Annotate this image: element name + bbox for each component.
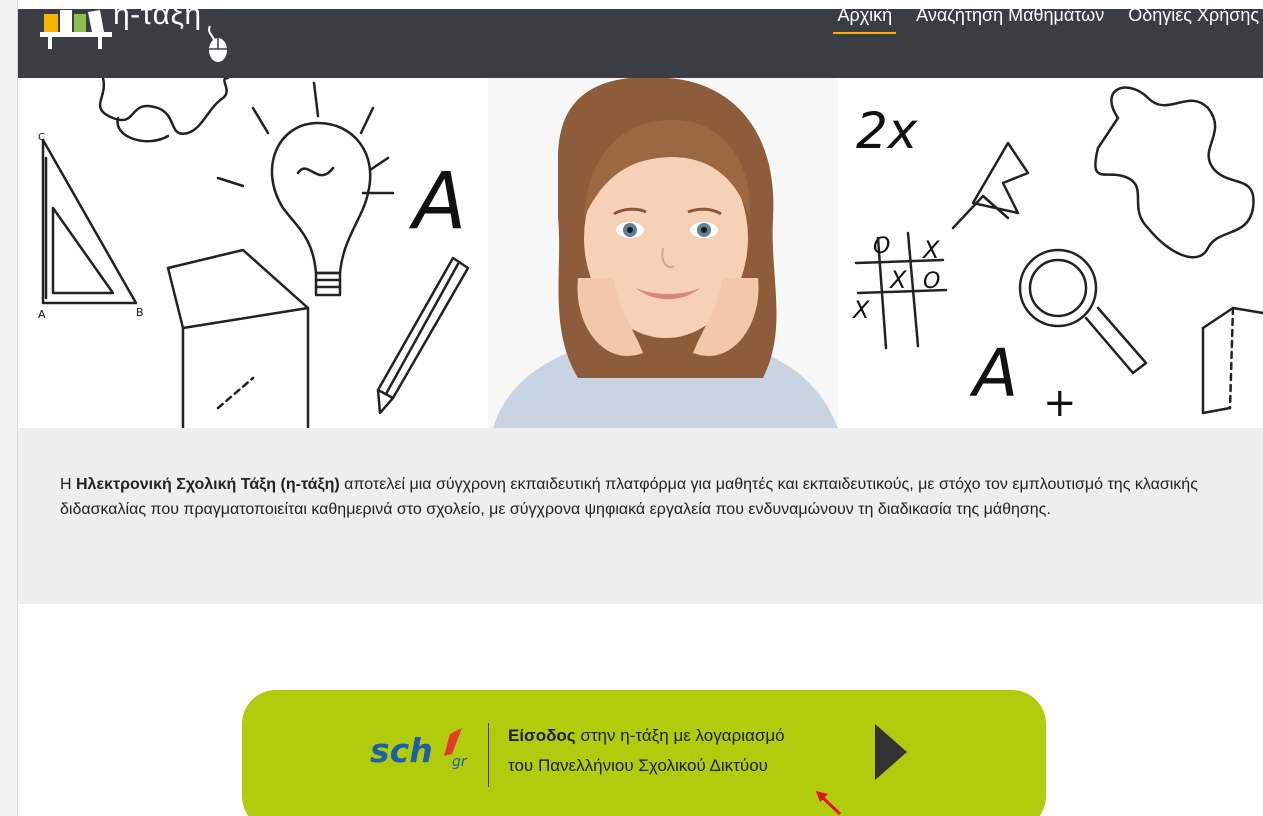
svg-text:O: O (873, 234, 890, 259)
light-bulb-icon (270, 121, 372, 275)
svg-text:2x: 2x (856, 102, 918, 160)
svg-text:A: A (969, 335, 1018, 412)
svg-text:X: X (921, 236, 940, 264)
main-nav: Αρχική Αναζήτηση Μαθημάτων Οδηγίες Χρήση… (833, 0, 1263, 40)
svg-text:O: O (923, 269, 940, 294)
sch-login-button[interactable]: sch gr Είσοδος στην η-τάξη με λογαριασμό… (242, 690, 1046, 816)
intro-text: Η Ηλεκτρονική Σχολική Τάξη (η-τάξη) αποτ… (60, 473, 1220, 522)
hero-illustration: A + 2x A + A B C O X X O X (38, 78, 1263, 428)
cursor-arrow-icon (816, 791, 842, 816)
ruler-triangle-icon (41, 138, 138, 305)
intro-section: Η Ηλεκτρονική Σχολική Τάξη (η-τάξη) αποτ… (18, 428, 1263, 604)
cube-icon (166, 248, 310, 428)
nav-course-search[interactable]: Αναζήτηση Μαθημάτων (912, 2, 1108, 35)
login-label-rest: στην η-τάξη με λογαριασμό (575, 726, 785, 745)
svg-text:gr: gr (452, 754, 468, 770)
login-label-bold: Είσοδος (508, 726, 576, 745)
page: η-τάξη Αρχική Αναζήτηση Μαθημάτων Οδηγίε… (18, 0, 1263, 816)
play-arrow-icon (875, 724, 907, 780)
svg-text:A: A (408, 157, 466, 247)
hero-banner: A + 2x A + A B C O X X O X (18, 78, 1263, 428)
svg-text:B: B (136, 306, 144, 319)
intro-prefix: Η (60, 476, 76, 493)
logo-text: η-τάξη (113, 0, 202, 31)
svg-text:X: X (888, 266, 907, 294)
nav-home[interactable]: Αρχική (833, 2, 896, 35)
site-logo[interactable]: η-τάξη (38, 0, 268, 64)
sch-logo-icon: sch gr (370, 728, 468, 770)
login-text: Είσοδος στην η-τάξη με λογαριασμό του Πα… (508, 721, 908, 781)
svg-text:A: A (38, 308, 46, 321)
top-navbar: η-τάξη Αρχική Αναζήτηση Μαθημάτων Οδηγίε… (18, 0, 1263, 78)
magnifier-icon (1018, 248, 1098, 328)
login-label-line2: του Πανελλήνιου Σχολικού Δικτύου (508, 756, 768, 775)
svg-text:X: X (851, 296, 870, 324)
svg-text:+: + (1043, 380, 1077, 426)
intro-name: Ηλεκτρονική Σχολική Τάξη (η-τάξη) (76, 476, 340, 493)
login-divider (488, 723, 489, 787)
svg-text:sch: sch (370, 731, 433, 770)
puzzle-icon (98, 78, 230, 135)
svg-text:C: C (38, 132, 45, 143)
girl-photo (488, 78, 838, 428)
nav-user-guide[interactable]: Οδηγίες Χρήσης (1124, 2, 1263, 35)
window-edge (0, 0, 18, 816)
